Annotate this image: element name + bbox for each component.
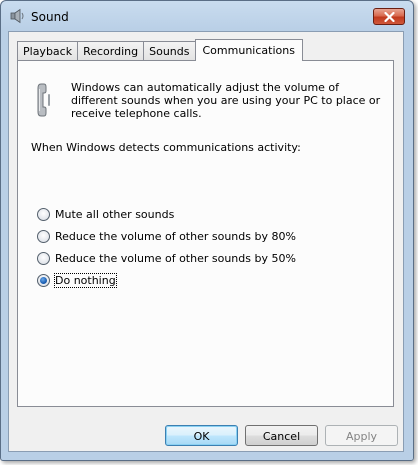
ok-button[interactable]: OK [165,425,238,446]
sound-dialog: Sound Playback Recording Sounds Communic… [0,0,414,461]
communications-description: Windows can automatically adjust the vol… [71,81,381,120]
option-label: Do nothing [54,272,117,288]
option-mute-all[interactable]: Mute all other sounds [37,206,174,222]
radio-button[interactable] [37,229,50,243]
dialog-client-area: Playback Recording Sounds Communications… [8,31,404,452]
tab-strip: Playback Recording Sounds Communications [17,39,303,61]
option-label: Reduce the volume of other sounds by 50% [55,251,296,265]
radio-button[interactable] [37,207,50,221]
tab-communications[interactable]: Communications [194,39,303,61]
option-reduce-50[interactable]: Reduce the volume of other sounds by 50% [37,250,296,266]
detect-activity-label: When Windows detects communications acti… [31,141,301,154]
close-button[interactable] [373,8,405,25]
cancel-button[interactable]: Cancel [245,425,318,446]
apply-button[interactable]: Apply [325,425,398,446]
tab-sounds[interactable]: Sounds [143,41,196,60]
speaker-icon [10,8,26,24]
tab-recording[interactable]: Recording [77,41,145,60]
option-do-nothing[interactable]: Do nothing [37,272,117,288]
option-label: Mute all other sounds [55,207,175,221]
option-label: Reduce the volume of other sounds by 80% [55,229,296,243]
close-icon [384,12,395,22]
communications-panel: Windows can automatically adjust the vol… [17,60,394,407]
tab-playback[interactable]: Playback [17,41,79,60]
radio-button[interactable] [37,251,50,265]
option-reduce-80[interactable]: Reduce the volume of other sounds by 80% [37,228,296,244]
window-title: Sound [31,10,69,24]
title-bar[interactable]: Sound [1,1,413,31]
radio-button-selected[interactable] [37,273,50,287]
telephone-icon [35,82,57,118]
